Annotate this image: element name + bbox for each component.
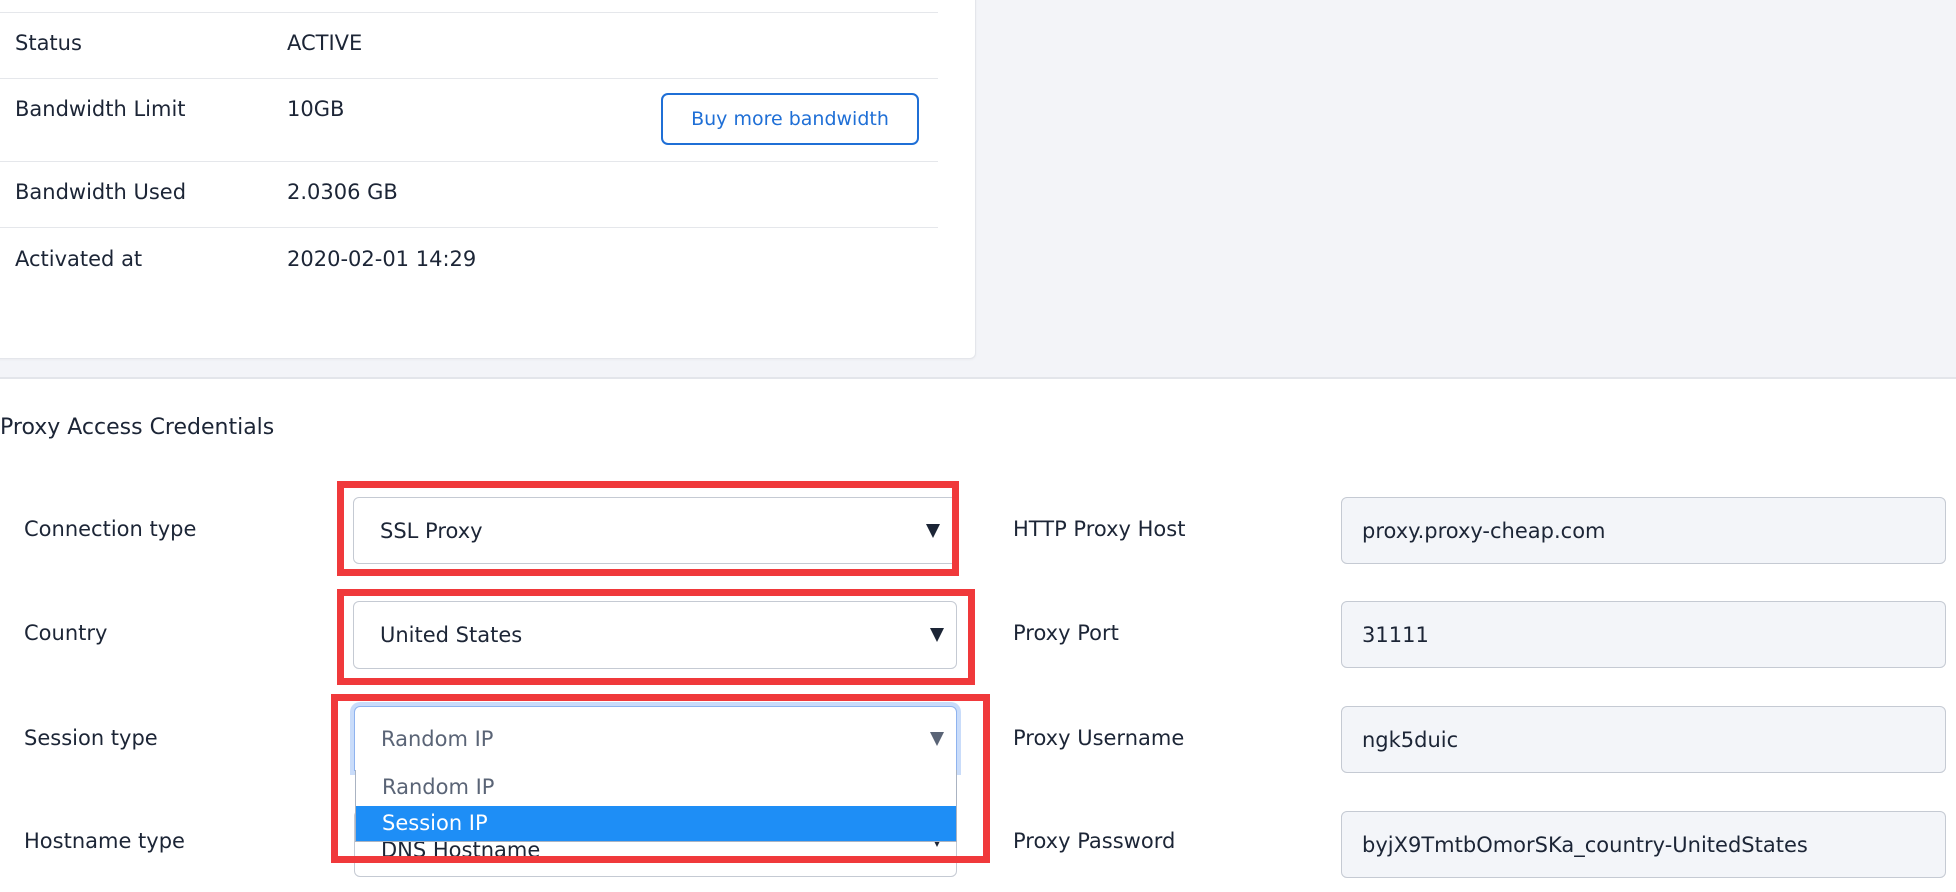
session-type-label: Session type xyxy=(24,726,158,750)
proxy-username-field[interactable]: ngk5duic xyxy=(1341,706,1946,773)
connection-type-select[interactable]: SSL Proxy xyxy=(353,497,952,564)
activated-at-label: Activated at xyxy=(15,247,143,271)
http-proxy-host-label: HTTP Proxy Host xyxy=(1013,517,1186,541)
bandwidth-limit-value: 10GB xyxy=(287,97,345,121)
session-type-value: Random IP xyxy=(381,726,494,751)
country-select[interactable]: United States xyxy=(353,601,957,669)
session-type-select[interactable]: Random IP xyxy=(354,706,957,771)
section-title: Proxy Access Credentials xyxy=(0,415,275,440)
row-divider xyxy=(0,161,938,162)
status-value: ACTIVE xyxy=(287,31,363,55)
row-divider xyxy=(0,227,938,228)
proxy-port-field[interactable]: 31111 xyxy=(1341,601,1946,668)
chevron-down-icon xyxy=(926,523,940,538)
connection-type-clip: SSL Proxy xyxy=(344,488,952,569)
country-label: Country xyxy=(24,621,108,645)
bandwidth-limit-label: Bandwidth Limit xyxy=(15,97,186,121)
bandwidth-used-label: Bandwidth Used xyxy=(15,180,187,204)
session-type-dropdown: Random IP Session IP xyxy=(355,770,957,842)
connection-type-label: Connection type xyxy=(24,517,197,541)
activated-at-value: 2020-02-01 14:29 xyxy=(287,247,477,271)
proxy-password-label: Proxy Password xyxy=(1013,829,1176,853)
row-divider xyxy=(0,78,938,79)
chevron-down-icon xyxy=(930,628,944,642)
chevron-down-icon xyxy=(930,731,944,746)
connection-type-value: SSL Proxy xyxy=(380,518,483,543)
proxy-port-label: Proxy Port xyxy=(1013,621,1119,645)
dropdown-option-random-ip[interactable]: Random IP xyxy=(356,770,956,805)
buy-more-bandwidth-button[interactable]: Buy more bandwidth xyxy=(661,93,919,145)
proxy-password-field[interactable]: byjX9TmtbOmorSKa_country-UnitedStates xyxy=(1341,811,1946,878)
dropdown-option-session-ip[interactable]: Session IP xyxy=(356,806,956,841)
hostname-type-label: Hostname type xyxy=(24,829,185,853)
status-label: Status xyxy=(15,31,82,55)
row-divider xyxy=(0,12,938,13)
country-value: United States xyxy=(380,623,523,647)
bandwidth-used-value: 2.0306 GB xyxy=(287,180,398,204)
http-proxy-host-field[interactable]: proxy.proxy-cheap.com xyxy=(1341,497,1946,564)
proxy-username-label: Proxy Username xyxy=(1013,726,1185,750)
